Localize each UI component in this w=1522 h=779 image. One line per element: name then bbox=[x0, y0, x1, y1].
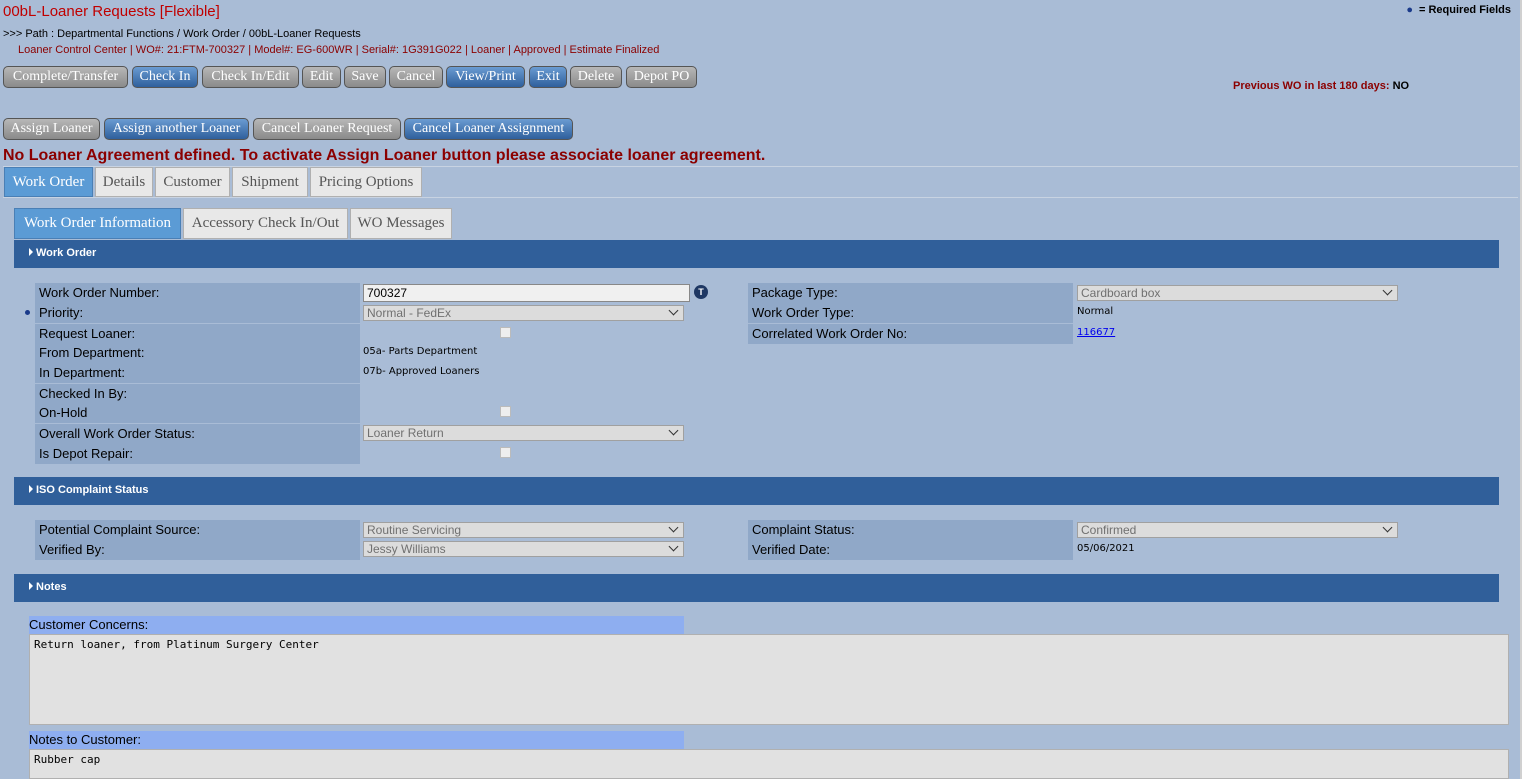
required-legend-label: = Required Fields bbox=[1419, 4, 1511, 16]
customer-concerns-textarea[interactable]: Return loaner, from Platinum Surgery Cen… bbox=[29, 634, 1509, 725]
tab-work-order[interactable]: Work Order bbox=[4, 167, 93, 197]
complaint-source-select-value: Routine Servicing bbox=[367, 523, 462, 537]
on-hold-checkbox[interactable] bbox=[500, 406, 511, 417]
tab-shipment[interactable]: Shipment bbox=[232, 167, 308, 197]
wo-number-label: Work Order Number: bbox=[35, 283, 360, 303]
error-message: No Loaner Agreement defined. To activate… bbox=[3, 147, 766, 164]
verified-by-select-value: Jessy Williams bbox=[367, 542, 446, 556]
complete-transfer-button[interactable]: Complete/Transfer bbox=[3, 66, 128, 88]
tabs-divider-bottom bbox=[3, 197, 1518, 198]
verified-by-label: Verified By: bbox=[35, 540, 360, 560]
cancel-loaner-request-button[interactable]: Cancel Loaner Request bbox=[253, 118, 401, 140]
tab-details[interactable]: Details bbox=[95, 167, 153, 197]
package-type-select-value: Cardboard box bbox=[1081, 286, 1161, 300]
depot-repair-label: Is Depot Repair: bbox=[35, 444, 360, 464]
tabs-divider-top bbox=[3, 166, 1518, 167]
tab-work-order-information[interactable]: Work Order Information bbox=[14, 208, 181, 239]
request-loaner-label: Request Loaner: bbox=[35, 324, 360, 344]
priority-select[interactable]: Normal - FedEx bbox=[363, 305, 684, 321]
chevron-down-icon bbox=[668, 522, 679, 533]
view-print-button[interactable]: View/Print bbox=[446, 66, 525, 88]
in-department-value: 07b- Approved Loaners bbox=[363, 366, 480, 377]
from-department-value: 05a- Parts Department bbox=[363, 346, 478, 357]
wo-type-label: Work Order Type: bbox=[748, 303, 1073, 323]
from-department-label: From Department: bbox=[35, 343, 360, 363]
wo-type-value: Normal bbox=[1077, 306, 1114, 317]
breadcrumb: >>> Path : Departmental Functions / Work… bbox=[3, 28, 361, 40]
check-in-edit-button[interactable]: Check In/Edit bbox=[202, 66, 299, 88]
chevron-down-icon bbox=[1382, 285, 1393, 296]
work-order-section-header[interactable]: Work Order bbox=[14, 240, 1499, 268]
section-title: Work Order bbox=[36, 247, 97, 259]
package-type-label: Package Type: bbox=[748, 283, 1073, 303]
assign-loaner-button[interactable]: Assign Loaner bbox=[3, 118, 100, 140]
page-title: 00bL-Loaner Requests [Flexible] bbox=[3, 3, 220, 20]
request-loaner-checkbox[interactable] bbox=[500, 327, 511, 338]
delete-button[interactable]: Delete bbox=[570, 66, 622, 88]
work-order-context: Loaner Control Center | WO#: 21:FTM-7003… bbox=[18, 44, 660, 56]
cancel-loaner-assignment-button[interactable]: Cancel Loaner Assignment bbox=[404, 118, 573, 140]
tab-pricing-options[interactable]: Pricing Options bbox=[310, 167, 422, 197]
depot-po-button[interactable]: Depot PO bbox=[626, 66, 697, 88]
notes-to-customer-label: Notes to Customer: bbox=[29, 731, 684, 749]
complaint-status-label: Complaint Status: bbox=[748, 520, 1073, 540]
overall-status-select-value: Loaner Return bbox=[367, 426, 444, 440]
tab-customer[interactable]: Customer bbox=[155, 167, 230, 197]
notes-section-header[interactable]: Notes bbox=[14, 574, 1499, 602]
in-department-label: In Department: bbox=[35, 363, 360, 383]
depot-repair-checkbox[interactable] bbox=[500, 447, 511, 458]
edit-button[interactable]: Edit bbox=[302, 66, 341, 88]
chevron-down-icon bbox=[668, 425, 679, 436]
expand-triangle-icon bbox=[29, 582, 33, 590]
chevron-down-icon bbox=[1382, 522, 1393, 533]
previous-wo-label: Previous WO in last 180 days: bbox=[1233, 80, 1390, 92]
priority-label: Priority: bbox=[35, 303, 360, 323]
section-title: Notes bbox=[36, 581, 67, 593]
iso-section-header[interactable]: ISO Complaint Status bbox=[14, 477, 1499, 505]
previous-wo-value: NO bbox=[1392, 80, 1410, 92]
complaint-status-select[interactable]: Confirmed bbox=[1077, 522, 1398, 538]
complaint-status-select-value: Confirmed bbox=[1081, 523, 1137, 537]
correlated-wo-label: Correlated Work Order No: bbox=[748, 324, 1073, 344]
required-legend: ● = Required Fields bbox=[1406, 4, 1511, 16]
verified-by-select[interactable]: Jessy Williams bbox=[363, 541, 684, 557]
required-dot-icon: ● bbox=[1406, 4, 1413, 16]
notes-to-customer-textarea[interactable]: Rubber cap bbox=[29, 749, 1509, 779]
customer-concerns-label: Customer Concerns: bbox=[29, 616, 684, 634]
correlated-wo-link[interactable]: 116677 bbox=[1077, 327, 1115, 338]
complaint-source-select[interactable]: Routine Servicing bbox=[363, 522, 684, 538]
checked-in-by-label: Checked In By: bbox=[35, 384, 360, 404]
tooltip-icon[interactable]: T bbox=[694, 285, 708, 299]
cancel-button[interactable]: Cancel bbox=[389, 66, 443, 88]
save-button[interactable]: Save bbox=[344, 66, 386, 88]
expand-triangle-icon bbox=[29, 248, 33, 256]
exit-button[interactable]: Exit bbox=[529, 66, 567, 88]
package-type-select[interactable]: Cardboard box bbox=[1077, 285, 1398, 301]
tab-accessory-check-in-out[interactable]: Accessory Check In/Out bbox=[183, 208, 348, 239]
required-dot-icon bbox=[25, 310, 30, 315]
chevron-down-icon bbox=[668, 541, 679, 552]
wo-number-input[interactable]: 700327 bbox=[363, 284, 690, 302]
check-in-button[interactable]: Check In bbox=[132, 66, 198, 88]
priority-select-value: Normal - FedEx bbox=[367, 306, 452, 320]
previous-wo-indicator: Previous WO in last 180 days: NO bbox=[1233, 80, 1409, 92]
on-hold-label: On-Hold bbox=[35, 403, 360, 423]
tab-wo-messages[interactable]: WO Messages bbox=[350, 208, 452, 239]
overall-status-select[interactable]: Loaner Return bbox=[363, 425, 684, 441]
chevron-down-icon bbox=[668, 305, 679, 316]
section-title: ISO Complaint Status bbox=[36, 484, 149, 496]
assign-another-loaner-button[interactable]: Assign another Loaner bbox=[104, 118, 249, 140]
verified-date-label: Verified Date: bbox=[748, 540, 1073, 560]
overall-status-label: Overall Work Order Status: bbox=[35, 424, 360, 444]
expand-triangle-icon bbox=[29, 485, 33, 493]
complaint-source-label: Potential Complaint Source: bbox=[35, 520, 360, 540]
verified-date-value: 05/06/2021 bbox=[1077, 543, 1135, 554]
